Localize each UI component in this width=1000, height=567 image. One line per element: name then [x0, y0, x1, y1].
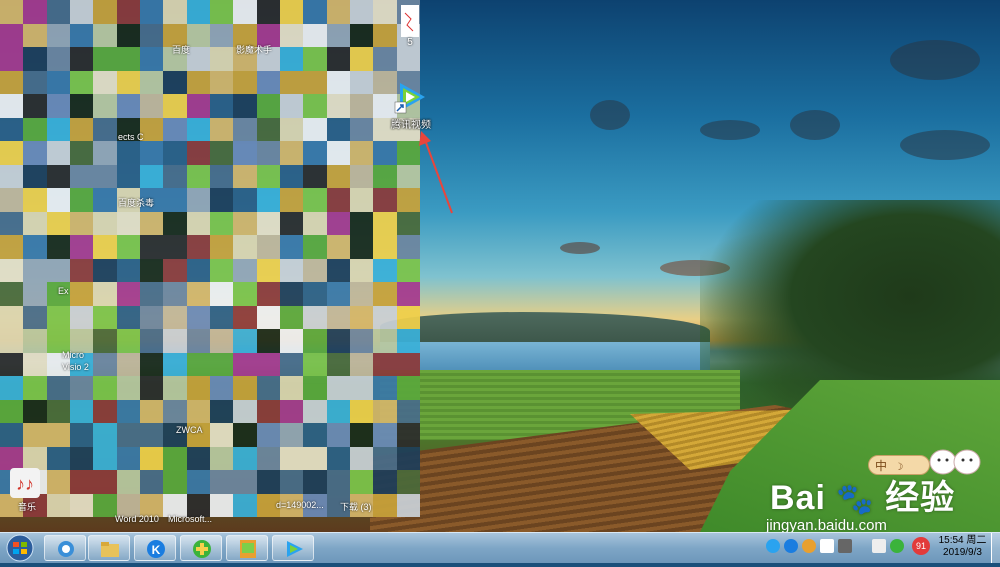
cloud — [700, 120, 760, 140]
show-desktop-button[interactable] — [991, 533, 1000, 563]
svg-text:K: K — [152, 543, 161, 557]
coast-hills — [380, 312, 710, 346]
music-icon: ♪♪ — [10, 468, 40, 498]
tencent-video-icon — [394, 80, 428, 114]
image-viewer-icon — [240, 540, 256, 558]
blurred-icon-label[interactable]: 影魔术手 — [236, 43, 272, 56]
blurred-icon-label[interactable]: Micro — [62, 350, 84, 360]
tray-kugou-icon[interactable] — [784, 539, 798, 553]
taskbar: K 91 15:54 周二 2019/9/3 — [0, 532, 1000, 563]
browser-icon — [58, 541, 74, 557]
music-shortcut[interactable]: ♪♪ — [10, 468, 40, 498]
qihoo-security-icon — [193, 540, 211, 558]
blurred-icon-label[interactable]: Ex — [58, 286, 69, 296]
blurred-icon-label[interactable]: d=149002... — [276, 500, 324, 510]
shortcut-label: 5 — [407, 37, 413, 48]
taskbar-clock[interactable]: 15:54 周二 2019/9/3 — [935, 535, 990, 559]
cloud — [560, 242, 600, 254]
taskbar-kugou-button[interactable]: K — [134, 535, 176, 561]
baidu-jingyan-watermark: Bai 🐾 经验 jingyan.baidu.com — [766, 470, 956, 534]
tray-device-icon[interactable] — [820, 539, 834, 553]
tray-notification-badge[interactable]: 91 — [912, 537, 930, 555]
cloud — [590, 100, 630, 130]
blurred-icon-label[interactable]: ects C — [118, 132, 144, 142]
clock-date: 2019/9/3 — [943, 547, 982, 558]
pixelated-desktop-icons — [0, 0, 420, 530]
file-explorer-icon — [101, 542, 119, 557]
tray-tencent-video-icon[interactable] — [766, 539, 780, 553]
blurred-icon-label[interactable]: 百度杀毒 — [118, 196, 154, 209]
windows-logo-icon — [6, 534, 34, 562]
blurred-icon-label[interactable]: 音乐 — [18, 500, 36, 513]
tray-browser-icon[interactable] — [802, 539, 816, 553]
clock-time: 15:54 周二 — [938, 535, 987, 546]
cloud — [790, 110, 840, 140]
taskbar-tencent-video-button[interactable] — [272, 535, 314, 561]
tencent-video-icon — [287, 541, 303, 557]
blurred-icon-label[interactable]: Microsoft... — [168, 514, 212, 524]
tray-network-icon[interactable] — [838, 539, 852, 553]
tencent-video-shortcut[interactable]: 腾讯视频 — [385, 80, 437, 131]
shortcut-label: 腾讯视频 — [391, 120, 431, 131]
blurred-icon-label[interactable]: ZWCA — [176, 425, 203, 435]
cloud — [890, 40, 980, 80]
document-icon — [401, 5, 419, 37]
svg-text:♪♪: ♪♪ — [16, 474, 34, 494]
start-button[interactable] — [3, 534, 37, 562]
kugou-icon: K — [147, 540, 165, 558]
tray-volume-icon[interactable] — [872, 539, 886, 553]
taskbar-browser-button[interactable] — [44, 535, 86, 561]
tray-security-icon[interactable] — [890, 539, 904, 553]
sea — [380, 342, 710, 372]
watermark-brand: Bai — [770, 479, 826, 517]
taskbar-security-button[interactable] — [180, 535, 222, 561]
document-5-shortcut[interactable]: 5 — [395, 5, 425, 48]
paw-icon: 🐾 — [836, 483, 875, 516]
blurred-icon-label[interactable]: Visio 2 — [62, 362, 89, 372]
taskbar-image-viewer-button[interactable] — [226, 535, 268, 561]
cloud — [900, 130, 990, 160]
blurred-icon-label[interactable]: 百度 — [172, 43, 190, 56]
taskbar-file-explorer-button[interactable] — [88, 535, 130, 561]
blurred-icon-label[interactable]: 下载 (3) — [340, 500, 372, 513]
blurred-icon-label[interactable]: Word 2010 — [115, 514, 159, 524]
watermark-brand-cn: 经验 — [885, 479, 956, 517]
